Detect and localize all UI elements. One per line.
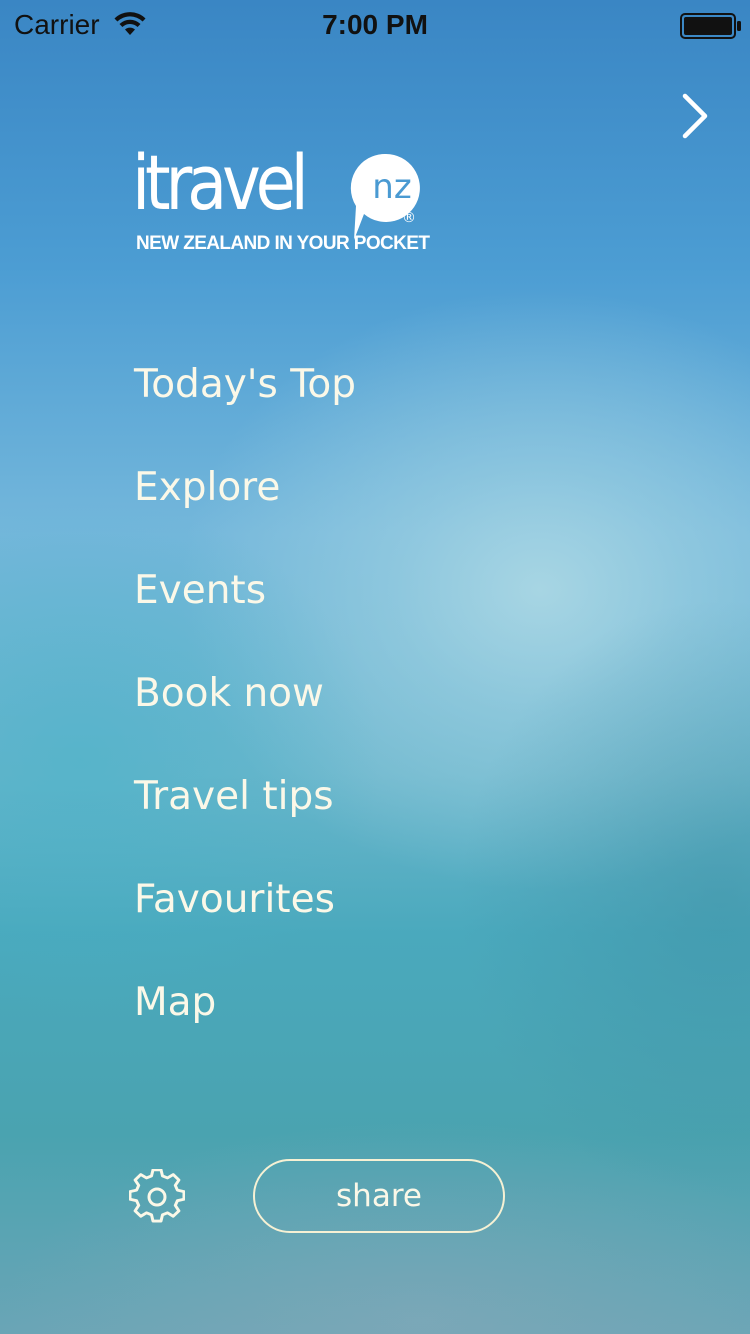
logo-badge: nz	[372, 167, 411, 207]
chevron-right-icon[interactable]	[668, 86, 724, 146]
location-pin-icon: nz	[350, 153, 420, 240]
gear-icon[interactable]	[129, 1169, 185, 1225]
menu-item-travel-tips[interactable]: Travel tips	[134, 768, 356, 871]
menu-item-todays-top[interactable]: Today's Top	[134, 356, 356, 459]
menu-item-favourites[interactable]: Favourites	[134, 871, 356, 974]
menu-item-book-now[interactable]: Book now	[134, 665, 356, 768]
menu-item-explore[interactable]: Explore	[134, 459, 356, 562]
itravelnz-logo: itravel nz ® NEW ZEALAND IN YOUR POCKET	[132, 140, 432, 264]
menu-item-map[interactable]: Map	[134, 974, 356, 1077]
registered-mark: ®	[402, 210, 416, 226]
main-menu: Today's Top Explore Events Book now Trav…	[134, 356, 356, 1077]
battery-full-icon	[680, 13, 741, 39]
status-bar: Carrier 7:00 PM	[0, 0, 750, 40]
logo-wordmark: itravel	[132, 138, 309, 227]
menu-item-events[interactable]: Events	[134, 562, 356, 665]
status-time: 7:00 PM	[322, 9, 428, 40]
share-button[interactable]: share	[253, 1159, 505, 1233]
logo-tagline: NEW ZEALAND IN YOUR POCKET	[136, 233, 430, 254]
